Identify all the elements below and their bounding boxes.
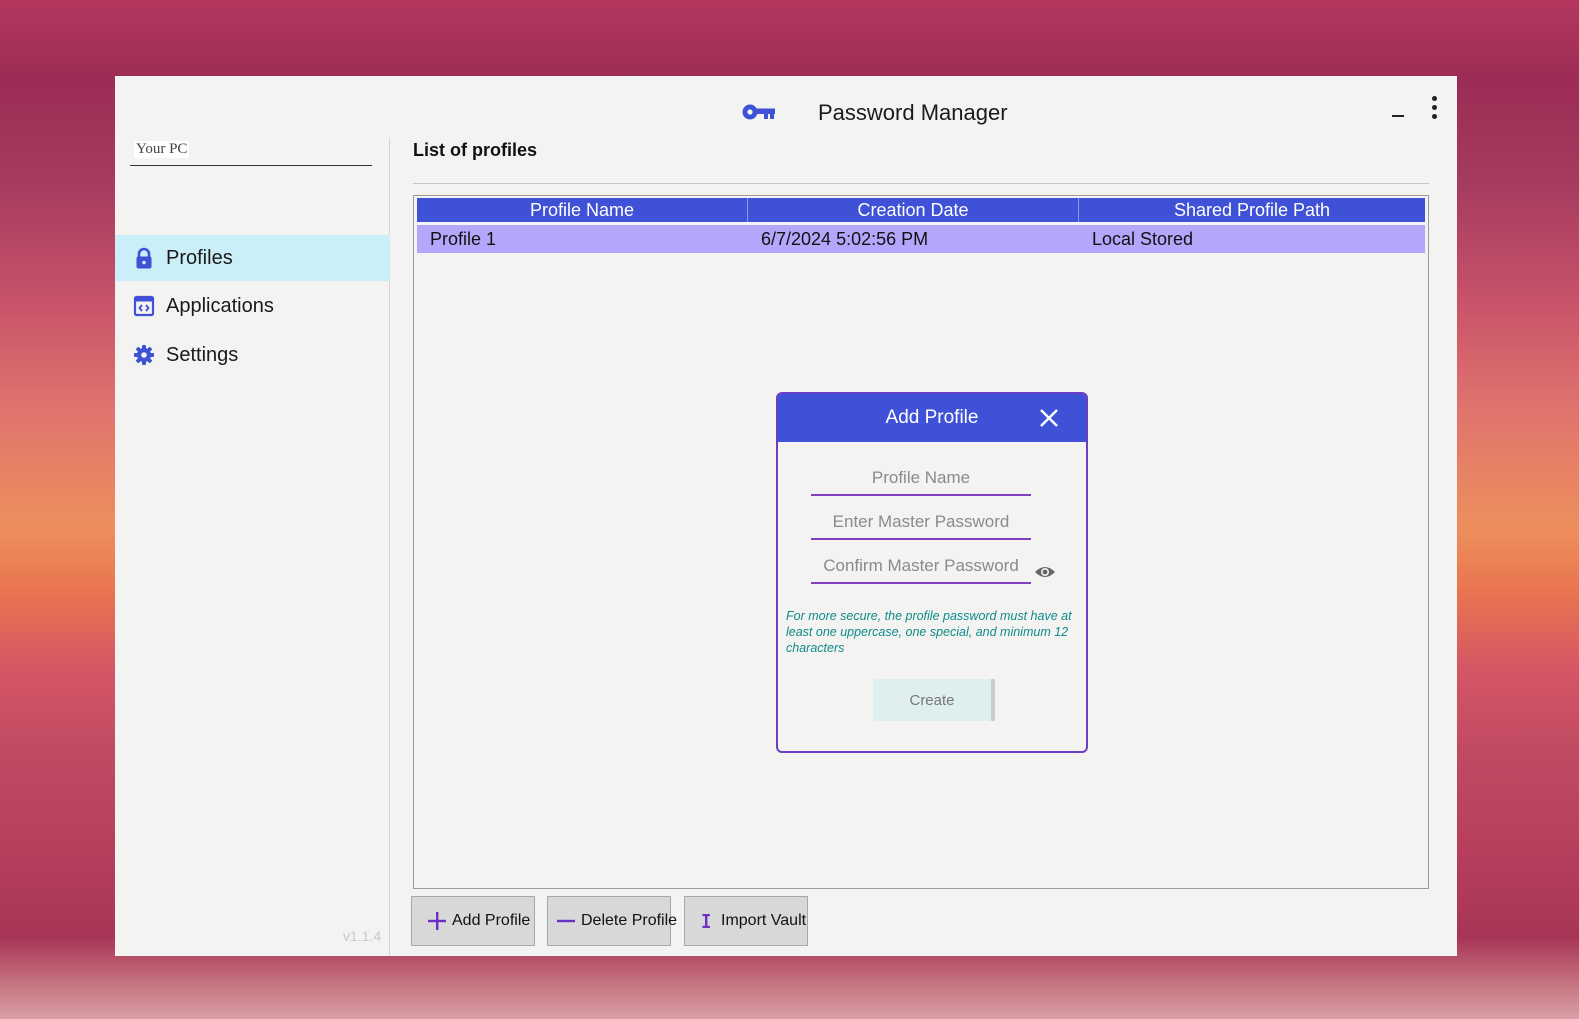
button-label: Import Vault <box>721 912 807 929</box>
button-label: Add Profile <box>452 912 531 929</box>
sidebar-item-label: Applications <box>166 295 274 317</box>
add-profile-dialog: Add Profile For more secure, the profile… <box>776 392 1088 753</box>
close-icon[interactable] <box>1037 406 1061 430</box>
column-header[interactable]: Shared Profile Path <box>1079 198 1425 222</box>
column-header[interactable]: Creation Date <box>748 198 1079 222</box>
title-bar: Password Manager <box>115 76 1457 138</box>
key-icon <box>742 104 775 120</box>
sidebar: Your PC Profiles Applications Settings v… <box>115 138 390 956</box>
pc-selector[interactable]: Your PC <box>130 138 372 166</box>
dialog-header: Add Profile <box>778 394 1086 442</box>
master-password-input[interactable] <box>811 506 1031 540</box>
table-row[interactable]: Profile 1 6/7/2024 5:02:56 PM Local Stor… <box>417 225 1425 253</box>
table-header: Profile Name Creation Date Shared Profil… <box>417 198 1425 222</box>
lock-icon <box>136 247 152 269</box>
sidebar-item-applications[interactable]: Applications <box>115 283 390 329</box>
app-window: Password Manager Your PC Profiles Applic… <box>115 76 1457 956</box>
more-dot-icon <box>1432 96 1437 101</box>
password-hint: For more secure, the profile password mu… <box>786 609 1072 655</box>
more-dot-icon <box>1432 114 1437 119</box>
delete-profile-button[interactable]: Delete Profile <box>547 896 677 946</box>
minimize-icon <box>1392 115 1404 117</box>
table-cell: Local Stored <box>1092 229 1194 249</box>
import-vault-button[interactable]: Import Vault <box>684 896 808 946</box>
more-dot-icon <box>1432 105 1437 110</box>
minimize-button[interactable] <box>1387 98 1409 120</box>
create-button[interactable]: Create <box>873 679 995 721</box>
table-cell: Profile 1 <box>430 229 497 249</box>
divider <box>413 183 1429 184</box>
plus-icon <box>428 912 446 930</box>
column-header[interactable]: Profile Name <box>417 198 748 222</box>
table-cell: 6/7/2024 5:02:56 PM <box>761 229 929 249</box>
sidebar-item-label: Settings <box>166 344 239 366</box>
profile-name-input[interactable] <box>811 462 1031 496</box>
application-window-icon <box>133 295 155 317</box>
import-icon <box>702 914 710 928</box>
add-profile-button[interactable]: Add Profile <box>411 896 535 946</box>
gear-icon <box>134 345 154 365</box>
sidebar-item-label: Profiles <box>166 247 233 269</box>
page-title: List of profiles <box>413 140 538 160</box>
button-label: Delete Profile <box>581 912 678 929</box>
sidebar-item-settings[interactable]: Settings <box>115 332 390 378</box>
version-label: v1.1.4 <box>343 928 382 944</box>
pc-selector-label: Your PC <box>134 141 190 158</box>
app-title: Password Manager <box>818 100 1008 125</box>
more-options-button[interactable] <box>1423 94 1445 122</box>
minus-icon <box>557 919 575 923</box>
confirm-password-input[interactable] <box>811 550 1031 584</box>
eye-icon[interactable] <box>1034 564 1056 580</box>
sidebar-item-profiles[interactable]: Profiles <box>115 235 390 281</box>
